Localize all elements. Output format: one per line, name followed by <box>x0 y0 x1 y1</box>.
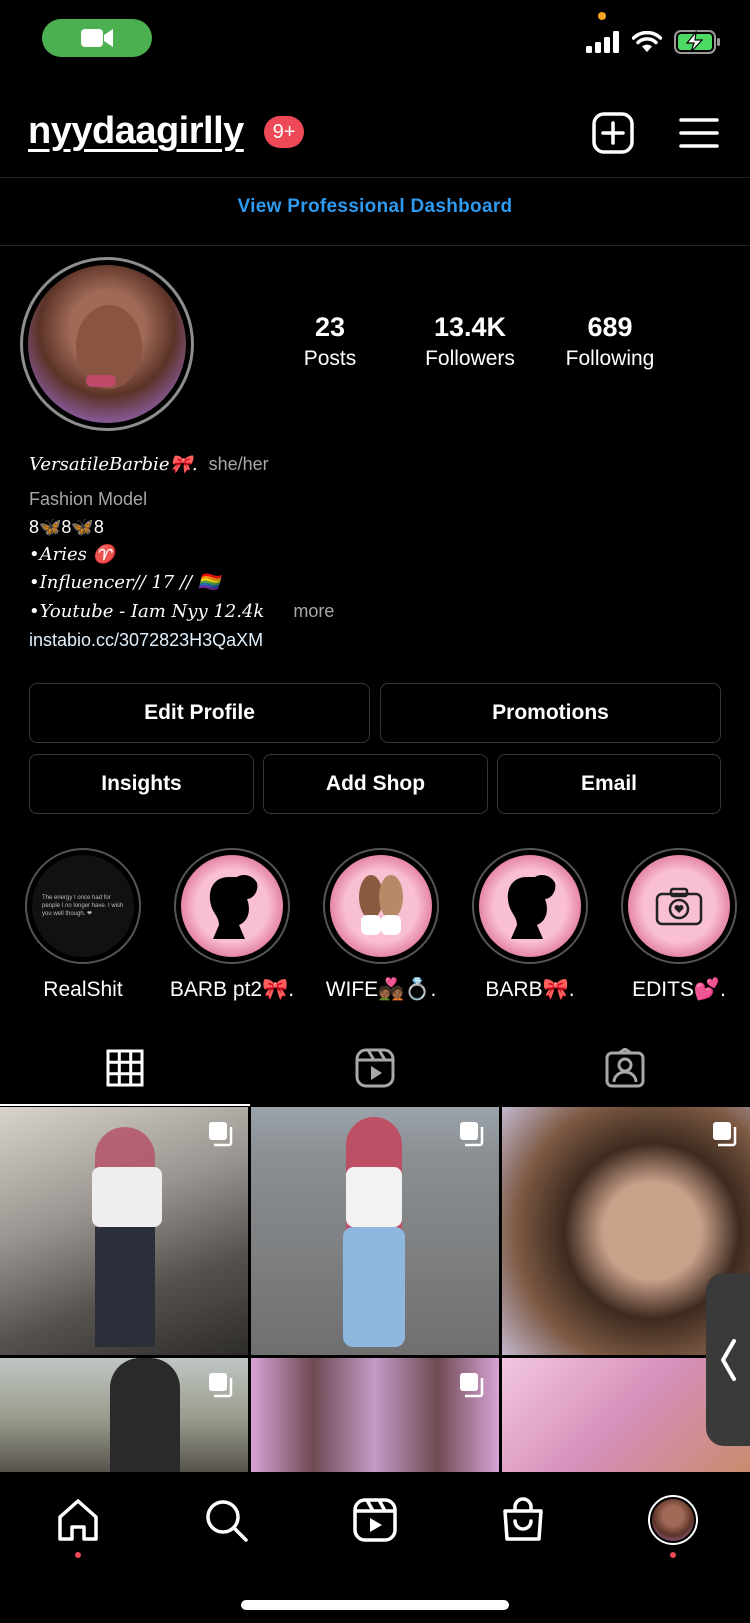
grid-icon <box>106 1049 144 1087</box>
highlight-label: BARB🎀. <box>485 978 575 1001</box>
highlight-barb[interactable]: BARB🎀. <box>472 848 588 1002</box>
shopping-bag-icon <box>503 1497 543 1541</box>
post-thumbnail[interactable] <box>251 1358 499 1479</box>
create-post-button[interactable] <box>590 110 636 156</box>
bio-line-1: 8🦋8🦋8 <box>29 517 104 537</box>
nav-reels[interactable] <box>347 1492 403 1548</box>
profile-stats: 23 Posts 13.4K Followers 689 Following <box>260 312 680 371</box>
cellular-signal-icon <box>586 31 619 53</box>
highlight-barb-pt2[interactable]: BARB pt2🎀. <box>170 848 294 1002</box>
bio-line-2: •Aries ♈ <box>29 544 116 565</box>
notification-badge[interactable]: 9+ <box>264 116 304 148</box>
following-label: Following <box>565 347 655 370</box>
grid-tab[interactable] <box>0 1030 250 1106</box>
status-bar <box>0 0 750 80</box>
avatar-image <box>28 265 186 423</box>
posts-grid <box>0 1107 750 1479</box>
multiple-photos-icon <box>460 1373 484 1398</box>
camera-heart-icon <box>628 855 730 957</box>
profile-notification-dot <box>670 1552 676 1558</box>
professional-dashboard-link[interactable]: View Professional Dashboard <box>0 196 750 218</box>
display-name: VersatileBarbie🎀. <box>29 454 198 475</box>
email-button[interactable]: Email <box>497 754 721 814</box>
bio-name-line: VersatileBarbie🎀. she/her <box>29 450 719 479</box>
promotions-button[interactable]: Promotions <box>380 683 721 743</box>
home-icon <box>58 1499 98 1541</box>
highlight-cover-ring <box>472 848 588 964</box>
wifi-icon <box>632 31 662 52</box>
bio-website-link[interactable]: instabio.cc/3072823H3QaXM <box>29 626 719 654</box>
nav-home[interactable] <box>50 1492 106 1548</box>
followers-count: 13.4K <box>433 312 507 342</box>
highlight-cover-ring <box>174 848 290 964</box>
highlight-cover-ring <box>621 848 737 964</box>
posts-count: 23 <box>314 312 346 342</box>
video-camera-icon <box>81 29 113 47</box>
search-icon <box>206 1500 248 1542</box>
multiple-photos-icon <box>460 1122 484 1147</box>
dashboard-divider <box>0 245 750 246</box>
barbie-silhouette-icon <box>479 855 581 957</box>
hamburger-menu-icon <box>679 118 719 148</box>
followers-stat[interactable]: 13.4K Followers <box>400 312 540 371</box>
following-count: 689 <box>587 312 633 342</box>
highlight-edits[interactable]: EDITS💕. <box>621 848 737 1002</box>
profile-category: Fashion Model <box>29 489 148 509</box>
home-indicator <box>241 1600 509 1610</box>
bio-line-4-row: •Youtube - Iam Nyy 12.4k more <box>29 597 719 626</box>
insights-button[interactable]: Insights <box>29 754 254 814</box>
pronouns: she/her <box>208 454 269 474</box>
multiple-photos-icon <box>713 1122 737 1147</box>
highlight-cover-text: The energy I once had for people I no lo… <box>32 855 134 957</box>
profile-avatar[interactable] <box>20 257 194 431</box>
post-thumbnail[interactable] <box>251 1107 499 1355</box>
highlight-label: WIFE💑🏾💍. <box>325 978 437 1001</box>
tagged-person-icon <box>605 1048 645 1088</box>
highlight-cover-ring: The energy I once had for people I no lo… <box>25 848 141 964</box>
barbie-silhouette-icon <box>181 855 283 957</box>
side-panel-handle[interactable] <box>706 1273 750 1446</box>
highlight-label: BARB pt2🎀. <box>169 978 295 1001</box>
reels-icon <box>353 1498 397 1542</box>
bio-line-4: •Youtube - Iam Nyy 12.4k <box>29 601 265 622</box>
plus-square-icon <box>592 112 634 154</box>
highlight-wife[interactable]: WIFE💑🏾💍. <box>323 848 439 1002</box>
nav-search[interactable] <box>198 1492 254 1548</box>
username-switcher[interactable]: nyydaagirlly <box>28 110 244 153</box>
reels-icon <box>355 1048 395 1088</box>
followers-label: Followers <box>425 347 515 370</box>
post-thumbnail[interactable] <box>0 1107 248 1355</box>
profile-header: nyydaagirlly 9+ <box>0 100 750 170</box>
battery-charging-icon <box>674 30 720 54</box>
home-notification-dot <box>75 1552 81 1558</box>
mic-in-use-dot <box>598 12 606 20</box>
posts-stat: 23 Posts <box>260 312 400 371</box>
highlight-label: RealShit <box>43 978 123 1001</box>
profile-bio: VersatileBarbie🎀. she/her Fashion Model … <box>29 450 719 654</box>
nav-shop[interactable] <box>495 1492 551 1548</box>
profile-content-tabs <box>0 1030 750 1106</box>
tagged-tab[interactable] <box>500 1030 750 1106</box>
header-divider <box>0 177 750 178</box>
reels-tab[interactable] <box>250 1030 500 1106</box>
add-shop-button[interactable]: Add Shop <box>263 754 488 814</box>
profile-avatar-small <box>648 1495 698 1545</box>
multiple-photos-icon <box>209 1122 233 1147</box>
post-thumbnail[interactable] <box>0 1358 248 1479</box>
chevron-left-icon <box>721 1338 736 1381</box>
highlight-cover-ring <box>323 848 439 964</box>
posts-label: Posts <box>303 347 357 370</box>
menu-button[interactable] <box>676 110 722 156</box>
video-call-indicator[interactable] <box>42 19 152 57</box>
following-stat[interactable]: 689 Following <box>540 312 680 371</box>
highlight-label: EDITS💕. <box>632 978 726 1001</box>
friends-illustration-icon <box>330 855 432 957</box>
highlight-realshit[interactable]: The energy I once had for people I no lo… <box>25 848 141 1002</box>
bio-more-link[interactable]: more <box>293 601 334 621</box>
edit-profile-button[interactable]: Edit Profile <box>29 683 370 743</box>
multiple-photos-icon <box>209 1373 233 1398</box>
bio-line-3: •Influencer// 17 // 🏳️‍🌈 <box>29 572 221 593</box>
nav-profile[interactable] <box>645 1492 701 1548</box>
